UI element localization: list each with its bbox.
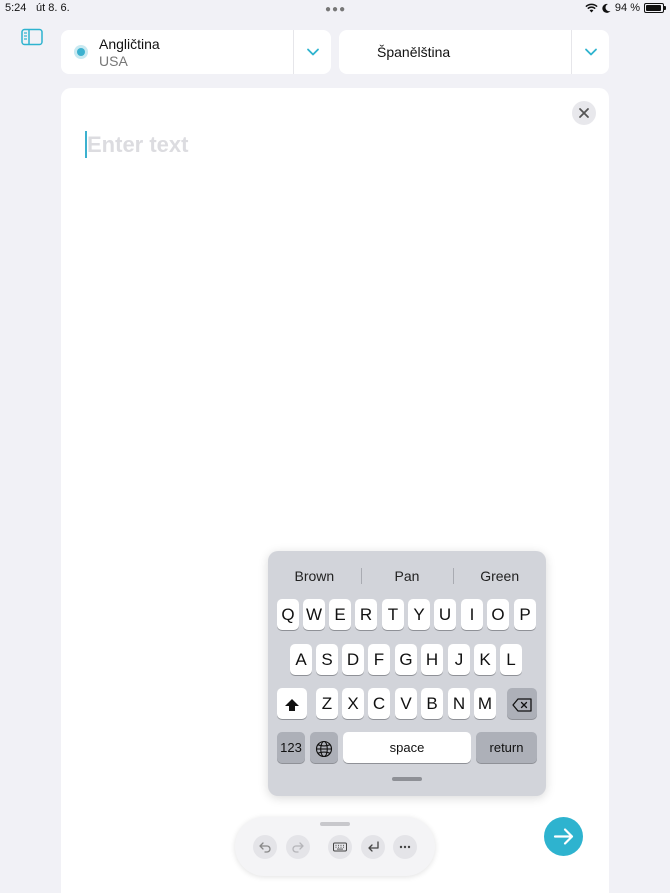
chevron-down-icon[interactable] [306, 45, 320, 59]
battery-percentage: 94 % [614, 2, 640, 14]
key-u[interactable]: U [434, 599, 456, 630]
floating-keyboard: Brown Pan Green Q W E R T Y U I O P A S … [268, 551, 546, 796]
status-date: út 8. 6. [36, 2, 70, 14]
status-time: 5:24 [5, 2, 27, 14]
globe-icon [315, 740, 333, 757]
chevron-down-icon[interactable] [584, 45, 598, 59]
arrow-right-icon [553, 828, 574, 845]
target-language-selector[interactable]: Španělština [339, 30, 609, 74]
source-language-selector[interactable]: Angličtina USA [61, 30, 331, 74]
key-e[interactable]: E [329, 599, 351, 630]
status-bar: 5:24 út 8. 6. ●●● 94 % [0, 0, 670, 18]
target-language-name: Španělština [377, 44, 451, 60]
key-h[interactable]: H [421, 644, 443, 675]
key-x[interactable]: X [342, 688, 364, 719]
key-f[interactable]: F [368, 644, 390, 675]
undo-button[interactable] [253, 835, 277, 859]
keyboard-button[interactable] [328, 835, 352, 859]
input-placeholder: Enter text [87, 132, 189, 157]
sidebar-toggle-button[interactable] [21, 28, 43, 46]
return-arrow-icon [368, 841, 379, 852]
translate-button[interactable] [544, 817, 583, 856]
key-q[interactable]: Q [277, 599, 299, 630]
key-w[interactable]: W [303, 599, 325, 630]
status-indicators: 94 % [585, 2, 666, 14]
key-a[interactable]: A [290, 644, 312, 675]
shift-key[interactable] [277, 688, 307, 719]
key-i[interactable]: I [461, 599, 483, 630]
close-icon [579, 108, 589, 118]
key-d[interactable]: D [342, 644, 364, 675]
more-icon [399, 845, 411, 849]
key-c[interactable]: C [368, 688, 390, 719]
bottom-toolbar [235, 817, 435, 876]
battery-level [646, 5, 662, 11]
key-b[interactable]: B [421, 688, 443, 719]
space-key[interactable]: space [343, 732, 471, 763]
divider [293, 30, 294, 74]
multitasking-dots-icon[interactable]: ●●● [325, 4, 346, 15]
predictive-suggestions: Brown Pan Green [268, 561, 546, 591]
keyboard-drag-handle[interactable] [392, 777, 422, 781]
redo-icon [292, 842, 304, 853]
divider [571, 30, 572, 74]
line-break-button[interactable] [361, 835, 385, 859]
key-s[interactable]: S [316, 644, 338, 675]
return-key[interactable]: return [476, 732, 537, 763]
source-language-variant: USA [99, 53, 128, 69]
active-language-indicator-icon [74, 45, 88, 59]
key-v[interactable]: V [395, 688, 417, 719]
battery-icon [644, 3, 666, 13]
globe-key[interactable] [310, 732, 338, 763]
key-o[interactable]: O [487, 599, 509, 630]
redo-button[interactable] [286, 835, 310, 859]
key-l[interactable]: L [500, 644, 522, 675]
key-z[interactable]: Z [316, 688, 338, 719]
source-language-name: Angličtina [99, 36, 160, 52]
keyboard-icon [333, 842, 347, 852]
wifi-icon [585, 3, 598, 13]
moon-icon [602, 3, 611, 13]
key-t[interactable]: T [382, 599, 404, 630]
toolbar-drag-handle[interactable] [320, 822, 350, 826]
key-j[interactable]: J [448, 644, 470, 675]
delete-key[interactable] [507, 688, 537, 719]
clear-text-button[interactable] [572, 101, 596, 125]
undo-icon [259, 842, 271, 853]
sidebar-icon [21, 28, 43, 46]
key-m[interactable]: M [474, 688, 496, 719]
shift-arrow-icon [285, 698, 299, 711]
backspace-icon [512, 697, 532, 712]
key-p[interactable]: P [514, 599, 536, 630]
suggestion-item[interactable]: Pan [360, 561, 454, 591]
more-button[interactable] [393, 835, 417, 859]
key-y[interactable]: Y [408, 599, 430, 630]
numbers-key[interactable]: 123 [277, 732, 305, 763]
suggestion-item[interactable]: Green [453, 561, 546, 591]
key-n[interactable]: N [448, 688, 470, 719]
key-g[interactable]: G [395, 644, 417, 675]
key-r[interactable]: R [355, 599, 377, 630]
suggestion-item[interactable]: Brown [268, 561, 361, 591]
key-k[interactable]: K [474, 644, 496, 675]
